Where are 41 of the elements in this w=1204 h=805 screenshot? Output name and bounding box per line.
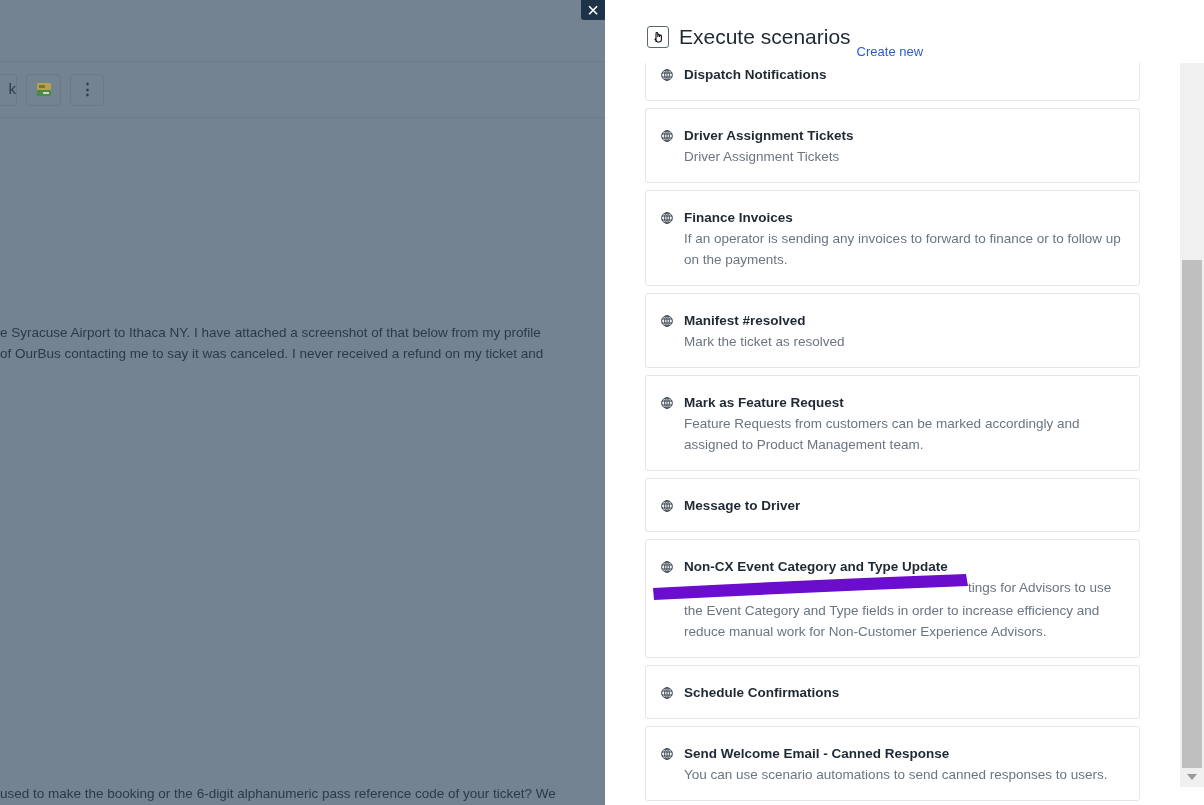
scenario-description: You can use scenario automations to send canned responses to users. <box>684 767 1108 782</box>
scenario-card[interactable]: Send Welcome Email - Canned Response You can use scenario automations to send canned responses to users. <box>645 726 1140 801</box>
globe-icon <box>661 397 673 409</box>
scenario-title: Send Welcome Email - Canned Response <box>684 745 951 763</box>
scenario-description: Driver Assignment Tickets <box>684 149 840 164</box>
scenario-title: Schedule Confirmations <box>684 684 840 702</box>
scenario-card[interactable]: Dispatch Notifications <box>645 63 1140 101</box>
scenario-description: Feature Requests from customers can be marked accordingly and assigned to Product Management team. <box>684 416 1080 452</box>
scenario-title: Mark as Feature Request <box>684 394 845 412</box>
scenario-title: Driver Assignment Tickets <box>684 127 854 145</box>
scenario-description: tings for Advisors to use the Event Category and Type fields in order to increase efficiency and reduce manual work for Non-Customer Experience Advisors. <box>684 580 1112 639</box>
scenario-title: Non-CX Event Category and Type Update <box>684 558 949 576</box>
globe-icon <box>661 500 673 512</box>
image-button[interactable] <box>26 73 61 106</box>
scrollbar[interactable] <box>1180 63 1204 787</box>
scroll-down-icon[interactable] <box>1187 774 1197 780</box>
reply-text: used to make the booking or the 6-digit alphanumeric pass reference code of your ticket? We <box>0 786 556 802</box>
globe-icon <box>661 687 673 699</box>
globe-icon <box>661 561 673 573</box>
hand-icon <box>647 25 669 48</box>
scenario-title: Dispatch Notifications <box>684 66 827 84</box>
globe-icon <box>661 69 673 81</box>
create-new-link[interactable]: Create new <box>856 41 924 61</box>
scenario-card[interactable]: Mark as Feature Request Feature Requests from customers can be marked accordingly and assigned to Product Management team. <box>645 375 1140 471</box>
scenario-card[interactable]: Message to Driver <box>645 478 1140 532</box>
close-button[interactable]: × <box>581 0 605 20</box>
scenario-description: If an operator is sending any invoices to forward to finance or to follow up on the payments. <box>684 231 1121 267</box>
panel-title: Execute scenarios <box>679 23 851 50</box>
scenario-card[interactable]: Finance Invoices If an operator is sending any invoices to forward to finance or to follow up on the payments. <box>645 190 1140 286</box>
globe-icon <box>661 315 673 327</box>
scenario-title: Manifest #resolved <box>684 312 807 330</box>
scenario-title: Message to Driver <box>684 497 801 515</box>
scenario-card[interactable]: Non-CX Event Category and Type Update tings for Advisors to use the Event Category and Type fields in order to increase efficiency and reduce manual work for Non-Customer Experience Advisors. <box>645 539 1140 658</box>
scenario-description: Mark the ticket as resolved <box>684 334 845 349</box>
scenario-card[interactable]: Schedule Confirmations <box>645 665 1140 719</box>
globe-icon <box>661 130 673 142</box>
scenario-card[interactable]: Driver Assignment Tickets Driver Assignment Tickets <box>645 108 1140 183</box>
scenario-card[interactable]: Manifest #resolved Mark the ticket as resolved <box>645 293 1140 368</box>
scenario-title: Finance Invoices <box>684 209 794 227</box>
globe-icon <box>661 748 673 760</box>
globe-icon <box>661 212 673 224</box>
